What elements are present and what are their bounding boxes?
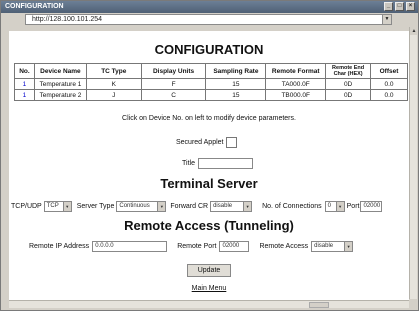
window-title: CONFIGURATION: [5, 3, 64, 10]
table-cell: J: [85, 89, 142, 101]
forward-cr-select[interactable]: disable ▼: [210, 201, 253, 212]
minimize-icon[interactable]: _: [384, 2, 393, 11]
table-cell: Temperature 1: [33, 78, 87, 90]
table-cell: 0.0: [370, 89, 408, 101]
chevron-down-icon: ▼: [243, 202, 252, 211]
column-header: TC Type: [85, 63, 142, 79]
device-number-link[interactable]: 1: [14, 78, 35, 90]
scroll-up-icon[interactable]: ▲: [410, 27, 418, 35]
column-header: Offset: [370, 63, 408, 79]
remote-access-heading: Remote Access (Tunneling): [124, 218, 294, 233]
remote-access-value: disable: [314, 243, 334, 249]
table-cell: F: [140, 78, 207, 90]
remote-port-input[interactable]: 02000: [219, 241, 250, 252]
column-header: Remote Format: [265, 63, 327, 79]
scrollbar-thumb[interactable]: [309, 302, 329, 308]
secured-applet-row: Secured Applet: [176, 137, 238, 148]
address-bar[interactable]: http://128.100.101.254 ▼: [25, 14, 392, 25]
column-header: Sampling Rate: [205, 63, 267, 79]
column-header: Device Name: [33, 63, 87, 79]
remote-ip-label: Remote IP Address: [29, 243, 90, 250]
remote-access-row: Remote IP Address 0.0.0.0 Remote Port 02…: [29, 241, 409, 252]
remote-ip-input[interactable]: 0.0.0.0: [92, 241, 168, 252]
table-cell: 0.0: [370, 78, 408, 90]
remote-port-label: Remote Port: [177, 243, 217, 250]
chevron-down-icon: ▼: [62, 202, 71, 211]
title-label: Title: [182, 160, 195, 167]
column-header: Remote End Char (HEX): [325, 63, 372, 79]
close-icon[interactable]: ×: [406, 2, 415, 11]
chevron-down-icon: ▼: [335, 202, 344, 211]
chevron-down-icon: ▼: [157, 202, 166, 211]
terminal-server-heading: Terminal Server: [160, 176, 258, 191]
forward-cr-value: disable: [213, 203, 233, 209]
table-cell: K: [85, 78, 142, 90]
page-title: CONFIGURATION: [154, 42, 264, 57]
window-titlebar: CONFIGURATION _ □ ×: [1, 1, 418, 13]
remote-access-label: Remote Access: [259, 243, 309, 250]
table-cell: TB000.0F: [265, 89, 327, 101]
column-header: No.: [14, 63, 35, 79]
table-row: 1 Temperature 2 J C 15 TB000.0F 0D 0.0: [14, 89, 408, 101]
title-input[interactable]: [197, 158, 253, 169]
secured-applet-checkbox[interactable]: [226, 137, 238, 148]
server-type-label: Server Type: [76, 203, 115, 210]
forward-cr-label: Forward CR: [170, 203, 209, 210]
secured-applet-label: Secured Applet: [176, 139, 224, 146]
horizontal-scrollbar[interactable]: [9, 300, 409, 308]
table-cell: Temperature 2: [33, 89, 87, 101]
browser-window: CONFIGURATION _ □ × http://128.100.101.2…: [0, 0, 419, 311]
port-input[interactable]: 02000: [360, 201, 383, 212]
maximize-icon[interactable]: □: [395, 2, 404, 11]
instruction-text: Click on Device No. on left to modify de…: [122, 115, 296, 122]
port-label: Port: [346, 203, 360, 210]
server-type-select[interactable]: Continuous ▼: [116, 201, 167, 212]
table-cell: 15: [205, 78, 267, 90]
tcp-udp-value: TCP: [46, 203, 59, 209]
column-header: Display Units: [140, 63, 207, 79]
table-row: 1 Temperature 1 K F 15 TA000.0F 0D 0.0: [14, 78, 408, 90]
address-url: http://128.100.101.254: [32, 16, 103, 23]
update-button[interactable]: Update: [187, 264, 231, 277]
table-cell: TA000.0F: [265, 78, 327, 90]
chevron-down-icon: ▼: [344, 242, 353, 251]
server-type-value: Continuous: [119, 203, 150, 209]
chevron-down-icon[interactable]: ▼: [382, 15, 391, 24]
table-cell: C: [140, 89, 207, 101]
vertical-scrollbar[interactable]: ▲: [409, 27, 418, 299]
window-controls: _ □ ×: [384, 2, 415, 11]
terminal-server-row: TCP/UDP TCP ▼ Server Type Continuous ▼ F…: [11, 201, 409, 212]
device-number-link[interactable]: 1: [14, 89, 35, 101]
title-row: Title: [182, 158, 253, 169]
table-cell: 0D: [325, 78, 372, 90]
table-cell: 15: [205, 89, 267, 101]
device-table: No. Device Name TC Type Display Units Sa…: [14, 63, 408, 101]
page-content: CONFIGURATION No. Device Name TC Type Di…: [9, 31, 409, 301]
connections-select[interactable]: 0 ▼: [324, 201, 345, 212]
table-cell: 0D: [325, 89, 372, 101]
main-menu-link[interactable]: Main Menu: [9, 285, 409, 292]
table-header-row: No. Device Name TC Type Display Units Sa…: [14, 63, 408, 79]
connections-label: No. of Connections: [262, 203, 322, 210]
connections-value: 0: [327, 203, 331, 209]
tcp-udp-label: TCP/UDP: [11, 203, 42, 210]
tcp-udp-select[interactable]: TCP ▼: [43, 201, 72, 212]
remote-access-select[interactable]: disable ▼: [311, 241, 354, 252]
